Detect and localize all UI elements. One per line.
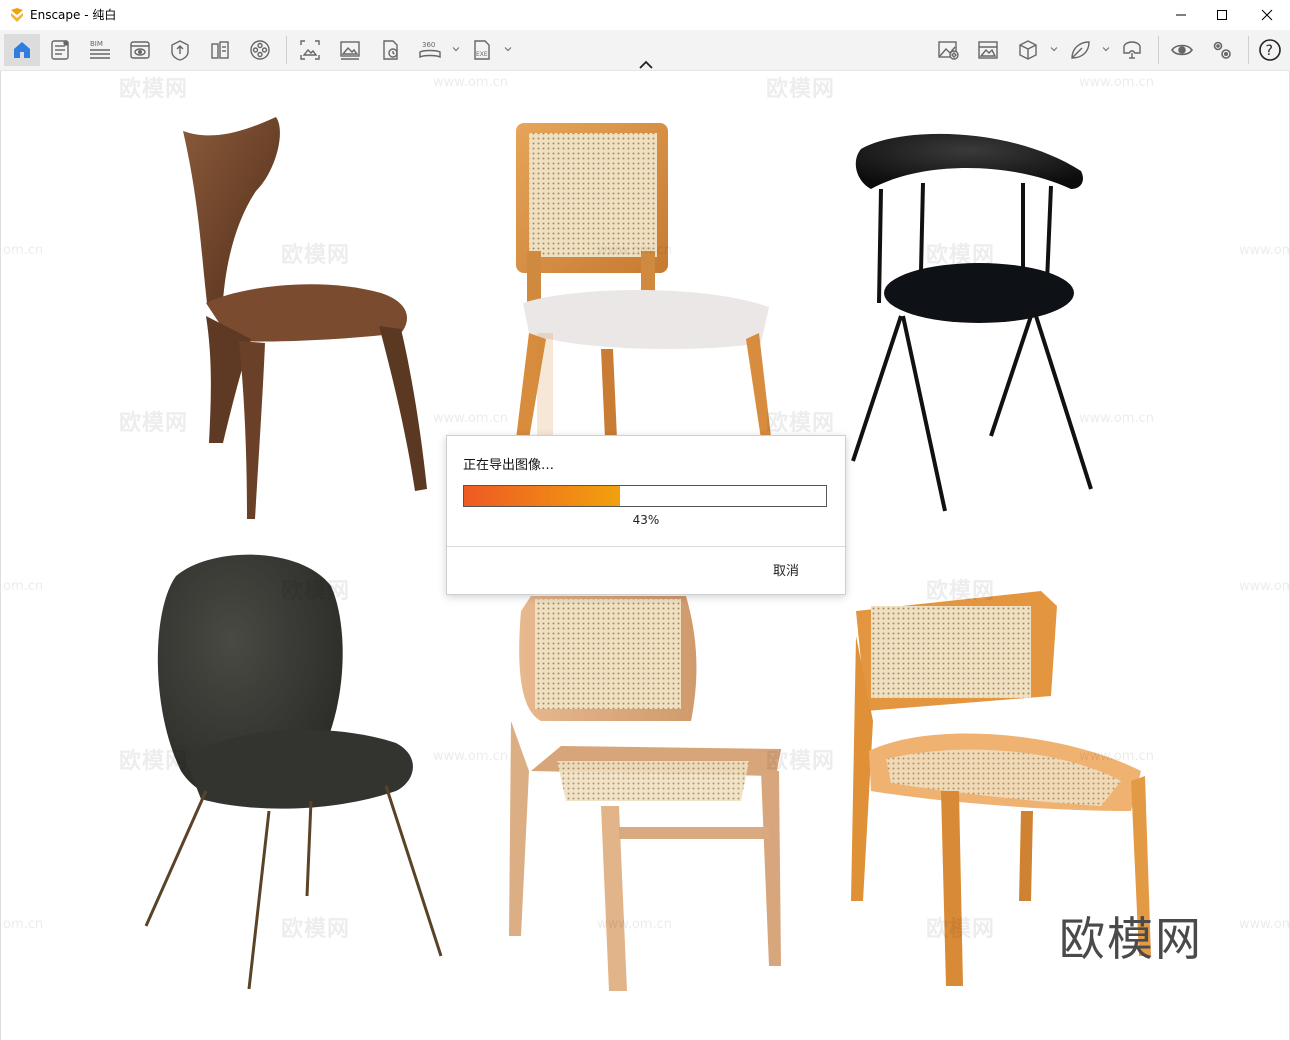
black-metal-chair xyxy=(851,133,1093,512)
maximize-icon xyxy=(1217,10,1227,20)
toolbar-separator xyxy=(1248,36,1249,64)
home-button[interactable] xyxy=(4,34,40,66)
watermark-site: www.om.cn xyxy=(1079,749,1154,764)
visual-settings-button[interactable] xyxy=(932,34,964,66)
bim-icon: BIM xyxy=(90,40,110,59)
visual-settings-icon xyxy=(938,41,959,60)
svg-text:?: ? xyxy=(1266,43,1273,59)
toolbar-separator xyxy=(1158,36,1159,64)
video-editor-button[interactable] xyxy=(244,34,276,66)
watermark-cn: 欧模网 xyxy=(281,579,351,604)
eye-icon xyxy=(1171,44,1193,56)
chevron-down-icon[interactable] xyxy=(1049,44,1059,54)
screenshot-button[interactable] xyxy=(294,34,326,66)
progress-bar xyxy=(463,485,827,507)
video-editor-icon xyxy=(250,40,270,60)
watermark-site: www.om.cn xyxy=(1239,917,1289,932)
chevron-down-icon[interactable] xyxy=(1101,44,1111,54)
material-icon xyxy=(211,41,229,59)
document-button[interactable] xyxy=(44,34,76,66)
screenshot-icon xyxy=(300,40,320,60)
cube-icon xyxy=(1019,40,1037,60)
minimize-icon xyxy=(1176,14,1186,16)
watermark-cn: 欧模网 xyxy=(926,579,996,604)
watermark-site: om.cn xyxy=(3,917,44,932)
watermark-site: www.om.cn xyxy=(1239,579,1289,594)
watermark-site: www.om.cn xyxy=(597,917,672,932)
progress-bar-fill xyxy=(464,486,620,506)
window-title: Enscape - 纯白 xyxy=(30,8,117,22)
watermark-cn: 欧模网 xyxy=(119,749,189,774)
view-button[interactable] xyxy=(124,34,156,66)
settings-icon xyxy=(1213,41,1231,59)
eye-button[interactable] xyxy=(1166,34,1198,66)
atmosphere-icon xyxy=(978,41,998,59)
close-icon xyxy=(1261,9,1273,21)
watermark-cn: 欧模网 xyxy=(281,917,351,942)
watermark-site: www.om.cn xyxy=(1079,75,1154,90)
minimize-button[interactable] xyxy=(1158,0,1204,30)
batch-export-icon xyxy=(383,40,398,60)
chevron-down-icon[interactable] xyxy=(451,44,461,54)
watermark-cn: 欧模网 xyxy=(766,77,836,102)
exe-export-button[interactable]: EXE xyxy=(466,34,498,66)
bim-button[interactable]: BIM xyxy=(84,34,116,66)
watermark-site: www.om.cn xyxy=(433,411,508,426)
asset-library-button[interactable] xyxy=(164,34,196,66)
watermark-site: www.om.cn xyxy=(1079,411,1154,426)
cube-button[interactable] xyxy=(1012,34,1044,66)
svg-text:EXE: EXE xyxy=(476,51,488,58)
document-icon xyxy=(51,40,69,60)
home-icon xyxy=(14,42,30,58)
watermark-cn: 欧模网 xyxy=(119,411,189,436)
progress-percent: 43% xyxy=(632,513,660,527)
watermark-cn: 欧模网 xyxy=(119,77,189,102)
toolbar-separator xyxy=(286,36,287,64)
help-icon: ? xyxy=(1259,39,1281,61)
chevron-down-icon[interactable] xyxy=(503,44,513,54)
settings-button[interactable] xyxy=(1206,34,1238,66)
exe-export-icon: EXE xyxy=(474,40,490,60)
cancel-button[interactable]: 取消 xyxy=(773,560,799,579)
enscape-logo-icon xyxy=(11,8,23,22)
walnut-sculpted-chair xyxy=(183,117,427,519)
vr-headset-button[interactable] xyxy=(1116,34,1148,66)
leaf-button[interactable] xyxy=(1064,34,1096,66)
collapse-toolbar-chevron-up-icon[interactable] xyxy=(637,58,655,72)
image-export-button[interactable] xyxy=(334,34,366,66)
dialog-divider xyxy=(447,546,845,547)
brand-watermark: 欧模网 xyxy=(1059,912,1203,966)
oak-cane-chair-white-cushion xyxy=(516,123,771,439)
watermark-site: www.om.cn xyxy=(433,75,508,90)
watermark-cn: 欧模网 xyxy=(926,243,996,268)
watermark-site: om.cn xyxy=(3,579,44,594)
title-bar: Enscape - 纯白 xyxy=(0,0,1290,30)
watermark-site: www.om.cn xyxy=(433,749,508,764)
watermark-cn: 欧模网 xyxy=(766,749,836,774)
watermark-cn: 欧模网 xyxy=(281,243,351,268)
asset-library-icon xyxy=(171,40,189,61)
panorama-360-icon: 360 xyxy=(419,41,441,59)
batch-export-button[interactable] xyxy=(374,34,406,66)
dialog-title: 正在导出图像… xyxy=(463,458,555,473)
watermark-site: om.cn xyxy=(3,243,44,258)
watermark-site: www.om.cn xyxy=(597,243,672,258)
panorama-360-button[interactable]: 360 xyxy=(414,34,446,66)
export-progress-dialog: 正在导出图像… 43% 取消 xyxy=(446,435,846,595)
watermark-site: www.om.cn xyxy=(1239,243,1289,258)
help-button[interactable]: ? xyxy=(1254,34,1286,66)
image-export-icon xyxy=(340,41,360,60)
close-button[interactable] xyxy=(1244,0,1290,30)
leaf-icon xyxy=(1071,41,1090,59)
view-icon xyxy=(130,41,150,59)
watermark-cn: 欧模网 xyxy=(766,411,836,436)
svg-text:BIM: BIM xyxy=(90,40,103,48)
watermark-cn: 欧模网 xyxy=(926,917,996,942)
svg-text:360: 360 xyxy=(422,41,435,49)
material-button[interactable] xyxy=(204,34,236,66)
vr-headset-icon xyxy=(1123,41,1141,59)
atmosphere-button[interactable] xyxy=(972,34,1004,66)
maximize-button[interactable] xyxy=(1199,0,1245,30)
